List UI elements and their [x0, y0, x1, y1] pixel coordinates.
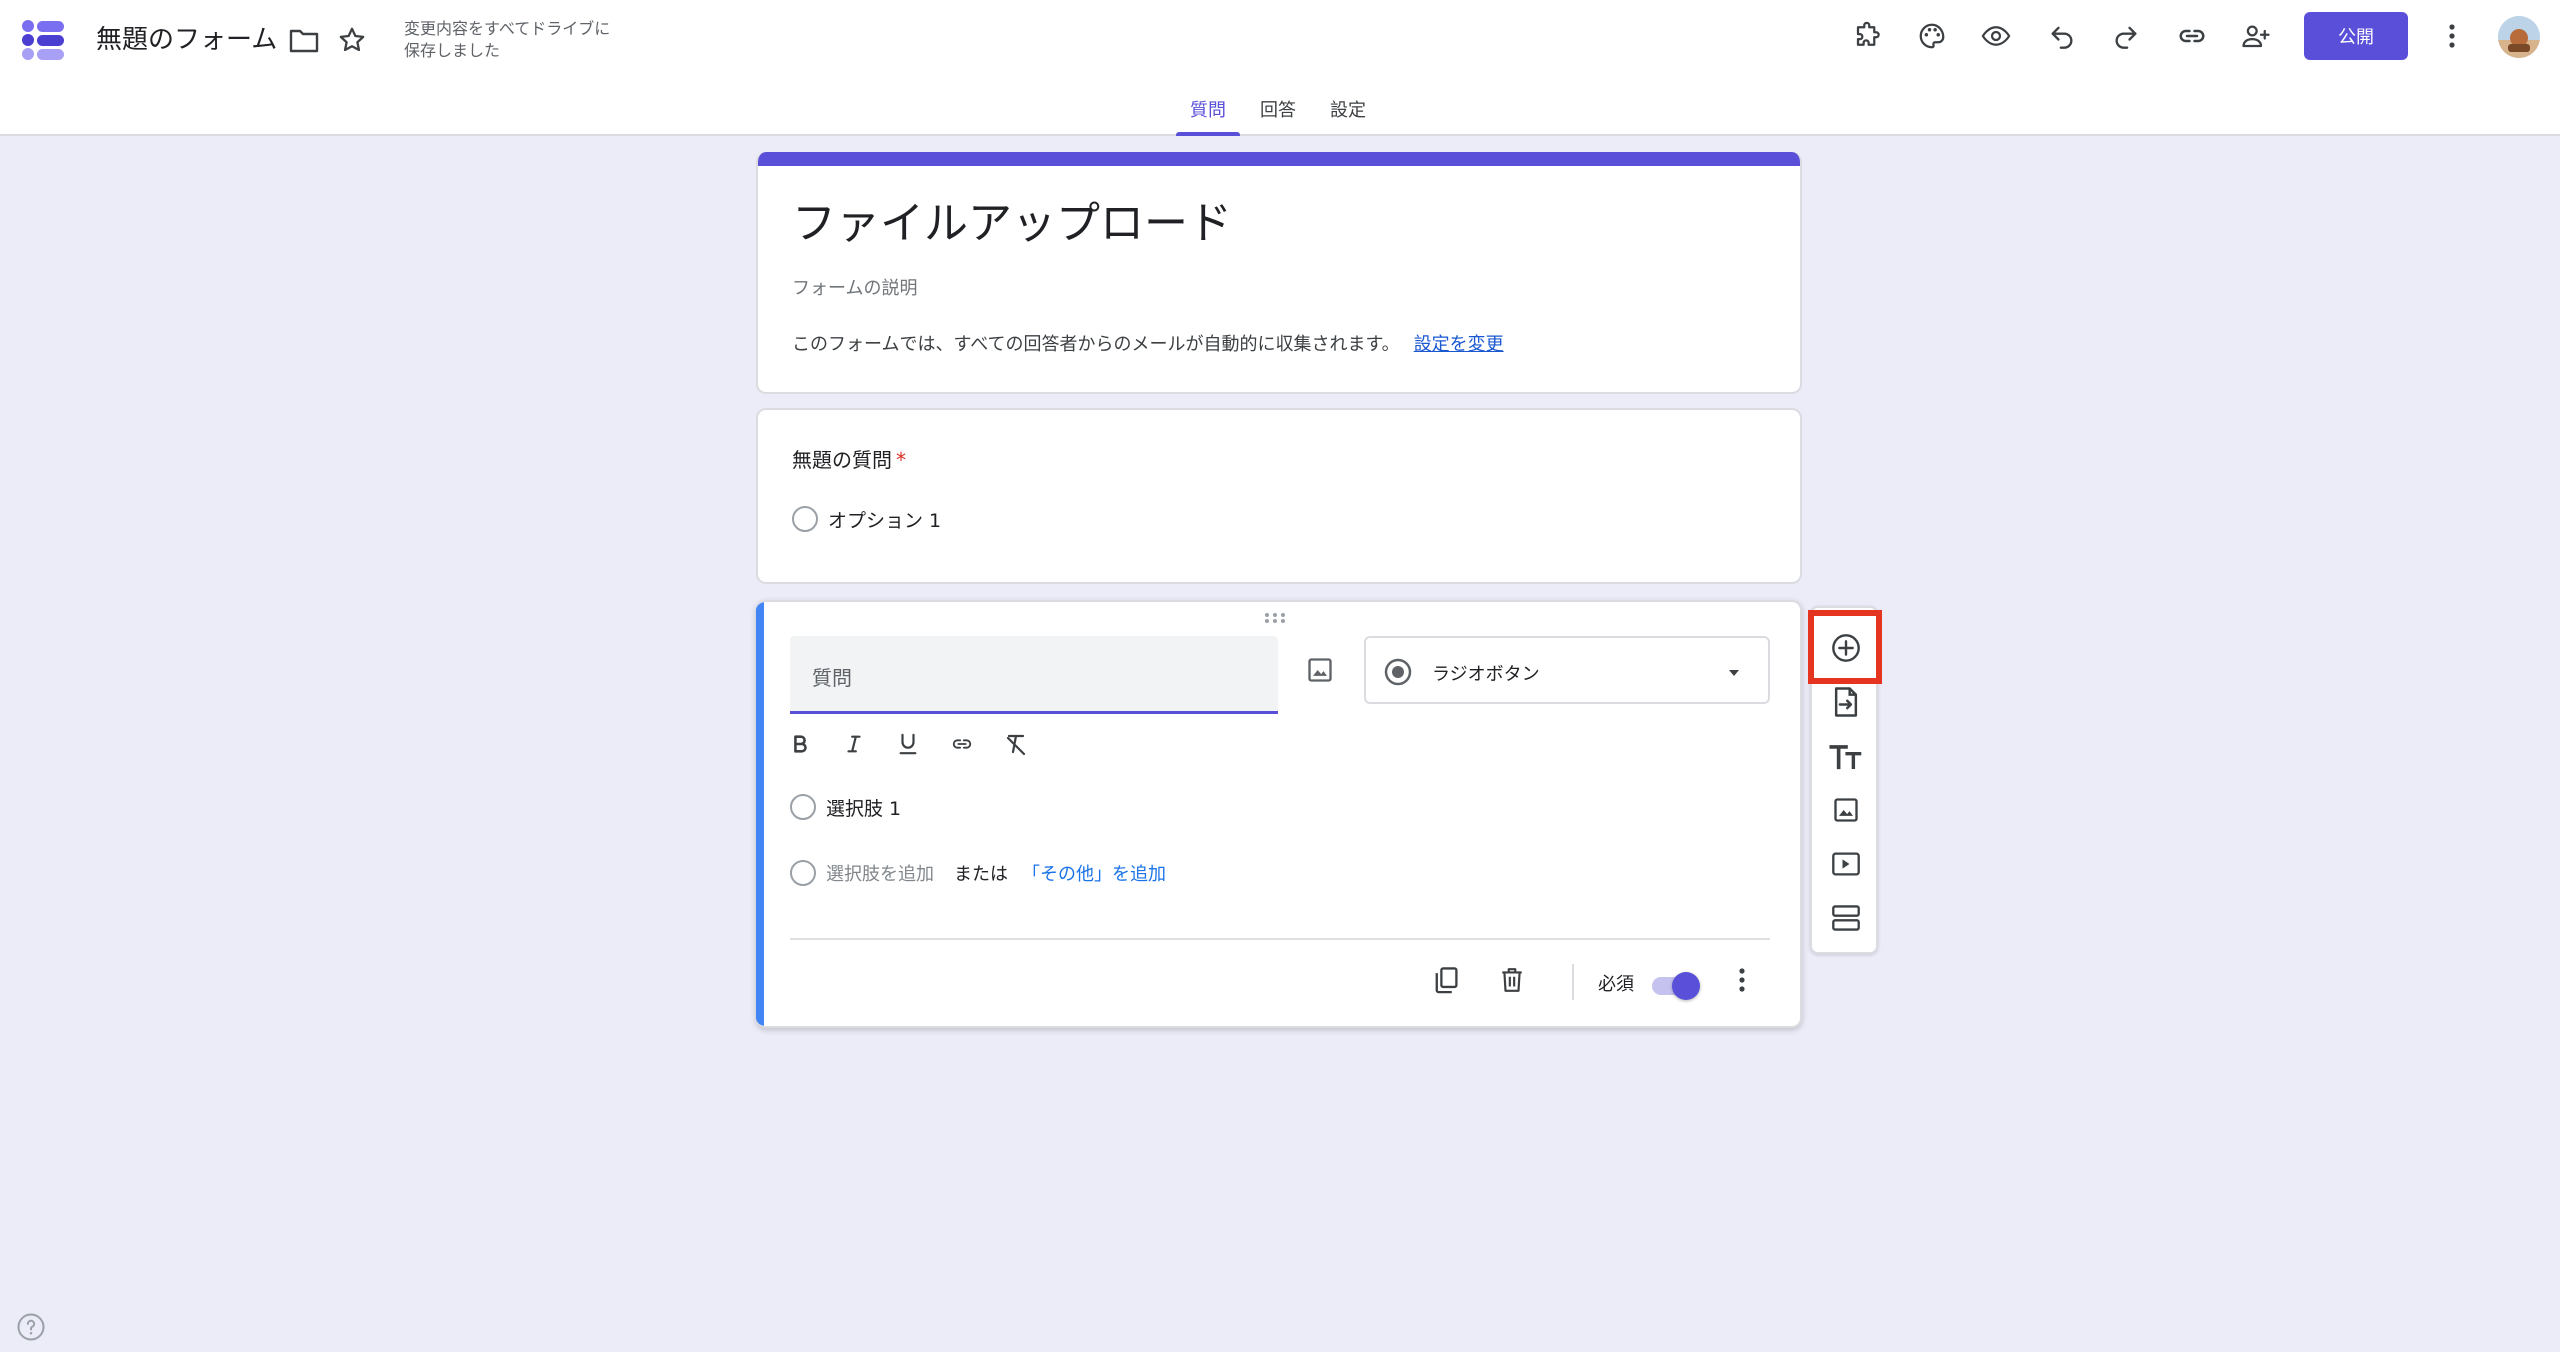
question-card-1[interactable]: 無題の質問 * オプション 1 — [756, 408, 1802, 584]
form-title[interactable]: ファイルアップロード — [792, 192, 1232, 256]
footer-separator — [1572, 964, 1574, 1000]
clear-formatting-icon[interactable] — [996, 724, 1036, 764]
title-card-accent-bar — [758, 152, 1800, 166]
radio-icon — [790, 794, 816, 820]
question-title-placeholder: 質問 — [812, 666, 852, 690]
tab-responses[interactable]: 回答 — [1258, 96, 1298, 136]
highlight-box — [1808, 610, 1882, 684]
required-label: 必須 — [1598, 974, 1634, 995]
italic-icon[interactable] — [834, 724, 874, 764]
tab-questions[interactable]: 質問 — [1188, 96, 1228, 136]
tab-settings[interactable]: 設定 — [1328, 96, 1368, 136]
addons-puzzle-icon[interactable] — [1848, 16, 1888, 56]
form-description[interactable]: フォームの説明 — [792, 274, 917, 300]
save-status-line2: 保存しました — [404, 41, 501, 60]
help-icon[interactable] — [16, 1312, 46, 1342]
folder-icon[interactable] — [284, 20, 324, 60]
import-questions-icon[interactable] — [1826, 682, 1866, 722]
underline-icon[interactable] — [888, 724, 928, 764]
star-icon[interactable] — [332, 20, 372, 60]
active-tab-indicator — [1176, 132, 1240, 136]
delete-trash-icon[interactable] — [1490, 958, 1534, 1002]
question-card-editing[interactable]: 質問 ラジオボタン 選択肢 1 選択肢を追加 または 「その他」を追加 必須 — [756, 600, 1802, 1028]
add-collaborator-icon[interactable] — [2236, 16, 2276, 56]
add-image-icon[interactable] — [1826, 790, 1866, 830]
add-video-icon[interactable] — [1826, 844, 1866, 884]
undo-icon[interactable] — [2042, 16, 2082, 56]
option-1-label[interactable]: 選択肢 1 — [826, 794, 901, 821]
dropdown-caret-icon — [1726, 668, 1742, 678]
palette-icon[interactable] — [1912, 16, 1952, 56]
question-type-dropdown[interactable]: ラジオボタン — [1364, 636, 1770, 704]
toggle-knob — [1672, 972, 1700, 1000]
more-options-icon[interactable] — [1720, 958, 1764, 1002]
avatar[interactable] — [2498, 16, 2540, 58]
save-status-line1: 変更内容をすべてドライブに — [404, 19, 611, 38]
add-title-icon[interactable] — [1826, 736, 1866, 776]
radio-icon — [790, 860, 816, 886]
insert-link-icon[interactable] — [942, 724, 982, 764]
add-other-option-link[interactable]: 「その他」を追加 — [1022, 860, 1166, 886]
email-collection-note: このフォームでは、すべての回答者からのメールが自動的に収集されます。 設定を変更 — [792, 330, 1504, 356]
required-toggle[interactable] — [1652, 970, 1700, 1000]
question-1-title-text: 無題の質問 — [792, 448, 892, 472]
question-1-title: 無題の質問 * — [792, 444, 906, 473]
app-header: 無題のフォーム 変更内容をすべてドライブに 保存しました 公開 質問 回答 設定 — [0, 0, 2560, 136]
redo-icon[interactable] — [2106, 16, 2146, 56]
radio-icon — [792, 506, 818, 532]
add-image-icon[interactable] — [1302, 652, 1338, 688]
publish-button[interactable]: 公開 — [2304, 12, 2408, 60]
radio-button-icon — [1384, 658, 1412, 686]
save-status: 変更内容をすべてドライブに 保存しました — [404, 18, 644, 62]
footer-divider — [790, 938, 1770, 940]
question-type-label: ラジオボタン — [1432, 664, 1540, 685]
link-icon[interactable] — [2172, 16, 2212, 56]
email-note-text: このフォームでは、すべての回答者からのメールが自動的に収集されます。 — [792, 334, 1400, 355]
preview-eye-icon[interactable] — [1976, 16, 2016, 56]
drag-handle-icon[interactable] — [1264, 612, 1286, 624]
question-1-option: オプション 1 — [828, 510, 942, 532]
add-section-icon[interactable] — [1826, 898, 1866, 938]
forms-logo-icon[interactable] — [20, 18, 66, 62]
change-settings-link[interactable]: 設定を変更 — [1414, 334, 1504, 355]
form-title-card[interactable]: ファイルアップロード フォームの説明 このフォームでは、すべての回答者からのメー… — [756, 152, 1802, 394]
bold-icon[interactable] — [780, 724, 820, 764]
question-title-input[interactable]: 質問 — [790, 636, 1278, 714]
active-question-bar — [756, 602, 764, 1026]
required-asterisk: * — [896, 448, 906, 472]
add-option-button[interactable]: 選択肢を追加 — [826, 860, 934, 886]
more-vert-icon[interactable] — [2432, 16, 2472, 56]
or-text: または — [954, 864, 1008, 885]
duplicate-icon[interactable] — [1424, 958, 1468, 1002]
tab-bar: 質問 回答 設定 — [0, 96, 2560, 136]
form-doc-title[interactable]: 無題のフォーム — [96, 22, 277, 58]
